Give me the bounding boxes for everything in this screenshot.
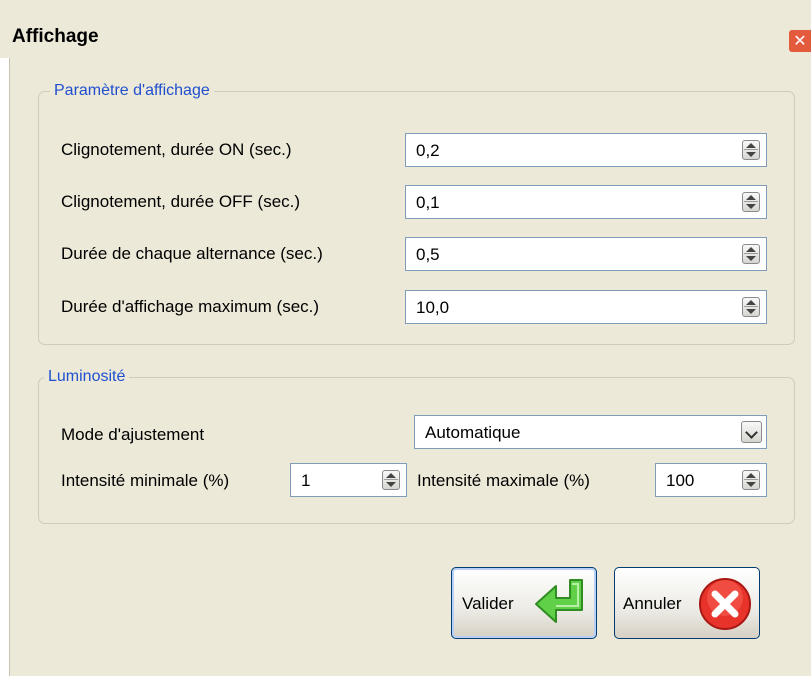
blink-off-label: Clignotement, durée OFF (sec.) (61, 192, 301, 211)
spinner-arrows-icon[interactable] (742, 244, 760, 264)
window-title: Affichage (12, 26, 99, 47)
max-display-duration-spinbox[interactable]: 10,0 (405, 290, 767, 324)
adjustment-mode-dropdown[interactable]: Automatique (414, 415, 767, 449)
brightness-legend: Luminosité (44, 368, 130, 386)
alternation-duration-value: 0,5 (416, 245, 440, 264)
chevron-down-icon[interactable] (741, 421, 762, 443)
spinner-arrows-icon[interactable] (742, 140, 760, 160)
max-intensity-spinbox[interactable]: 100 (655, 463, 767, 497)
brightness-group (38, 377, 795, 524)
max-intensity-label: Intensité maximale (%) (417, 471, 590, 490)
cancel-button[interactable]: Annuler (614, 567, 760, 639)
min-intensity-value: 1 (301, 471, 311, 490)
blink-on-value: 0,2 (416, 141, 440, 160)
validate-label: Valider (462, 594, 514, 613)
spinner-arrows-icon[interactable] (382, 470, 400, 490)
min-intensity-spinbox[interactable]: 1 (290, 463, 407, 497)
title-bar: Affichage ✕ (0, 0, 811, 58)
adjustment-mode-value: Automatique (425, 423, 521, 442)
adjustment-mode-label: Mode d'ajustement (61, 425, 205, 444)
blink-off-spinbox[interactable]: 0,1 (405, 185, 767, 219)
alternation-duration-label: Durée de chaque alternance (sec.) (61, 244, 323, 263)
min-intensity-label: Intensité minimale (%) (61, 471, 230, 490)
blink-on-spinbox[interactable]: 0,2 (405, 133, 767, 167)
display-settings-legend: Paramètre d'affichage (50, 82, 214, 100)
max-display-duration-value: 10,0 (416, 298, 450, 317)
max-intensity-value: 100 (666, 471, 695, 490)
window-left-border (0, 58, 10, 676)
green-enter-arrow-icon (535, 579, 583, 623)
red-x-circle-icon (699, 578, 751, 630)
close-icon: ✕ (793, 31, 807, 50)
spinner-arrows-icon[interactable] (742, 192, 760, 212)
alternation-duration-spinbox[interactable]: 0,5 (405, 237, 767, 271)
blink-on-label: Clignotement, durée ON (sec.) (61, 140, 292, 159)
cancel-label: Annuler (623, 594, 682, 613)
spinner-arrows-icon[interactable] (742, 470, 760, 490)
blink-off-value: 0,1 (416, 193, 440, 212)
spinner-arrows-icon[interactable] (742, 297, 760, 317)
validate-button[interactable]: Valider (451, 567, 597, 639)
max-display-duration-label: Durée d'affichage maximum (sec.) (61, 297, 320, 316)
close-button[interactable]: ✕ (789, 30, 811, 52)
